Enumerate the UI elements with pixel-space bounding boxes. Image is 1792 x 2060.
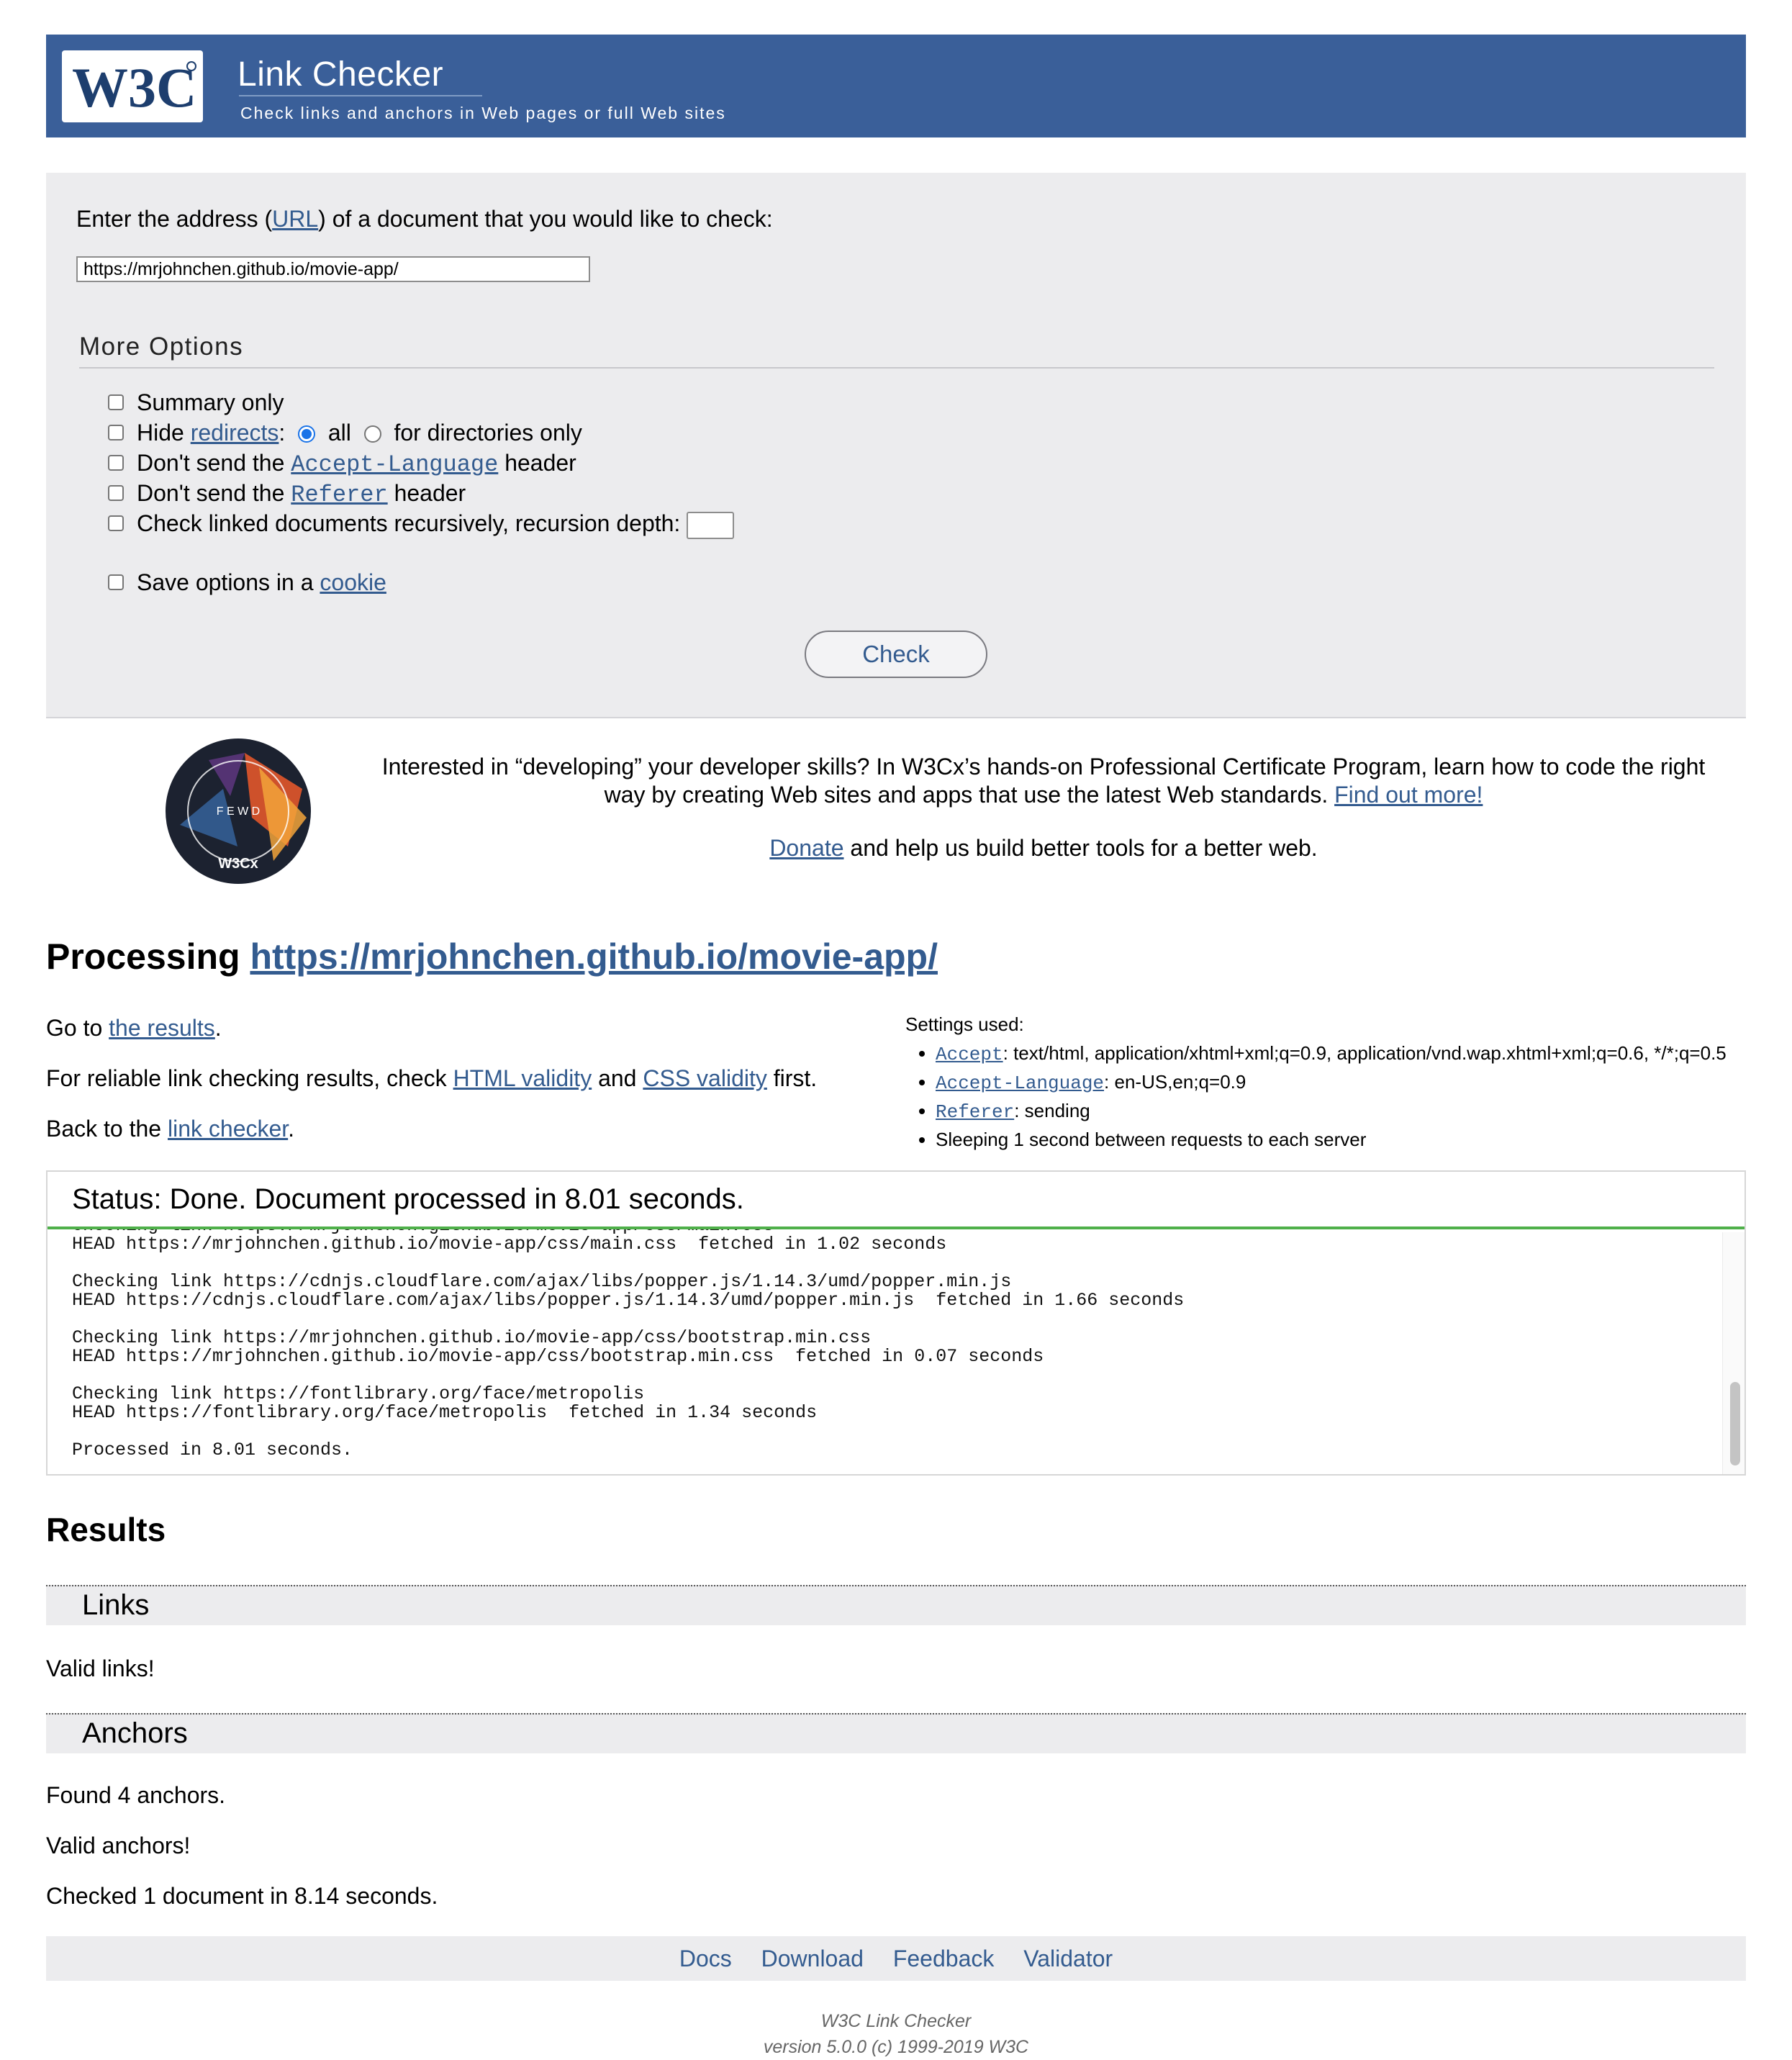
referer-header-link[interactable]: Referer [936, 1101, 1014, 1123]
recursive-row: Check linked documents recursively, recu… [137, 508, 735, 539]
save-options-row: Save options in a cookie [137, 569, 386, 595]
redirects-link[interactable]: redirects [191, 420, 279, 446]
donate-line: Donate and help us build better tools fo… [769, 835, 1318, 861]
more-options-title: More Options [79, 333, 244, 361]
page: W3C Link Checker Check links and anchors… [0, 0, 1792, 2060]
promo-text: Interested in “developing” your develope… [381, 754, 1706, 808]
status-heading: Status: Done. Document processed in 8.01… [47, 1172, 1745, 1229]
check-button[interactable]: Check [805, 631, 987, 678]
referer-link[interactable]: Referer [291, 482, 387, 508]
log-scrollbar[interactable] [1730, 1382, 1740, 1465]
results-link[interactable]: the results [109, 1015, 215, 1041]
hide-redirects-row: Hide redirects: all for directories only [137, 420, 582, 446]
header-banner: W3C Link Checker Check links and anchors… [46, 35, 1746, 137]
svg-text:W3Cx: W3Cx [218, 856, 258, 872]
links-section-heading: Links [46, 1585, 1746, 1625]
more-options-divider [79, 367, 1714, 369]
recursive-checkbox[interactable] [108, 515, 124, 531]
radio-directories-label: for directories only [394, 420, 582, 446]
settings-title: Settings used: [905, 1013, 1024, 1035]
footer-link-feedback[interactable]: Feedback [893, 1946, 995, 1971]
app-subtitle: Check links and anchors in Web pages or … [240, 104, 726, 122]
footer-version: version 5.0.0 (c) 1999-2019 W3C [763, 2037, 1029, 2057]
html-validity-link[interactable]: HTML validity [453, 1065, 592, 1091]
no-referer-row: Don't send the Referer header [137, 480, 466, 508]
checked-summary: Checked 1 document in 8.14 seconds. [46, 1883, 438, 1909]
summary-only-label: Summary only [137, 389, 284, 415]
svg-text:W3C: W3C [72, 56, 196, 119]
anchors-found: Found 4 anchors. [46, 1782, 226, 1808]
accept-language-header-link[interactable]: Accept-Language [936, 1072, 1104, 1094]
css-validity-link[interactable]: CSS validity [643, 1065, 767, 1091]
results-title: Results [46, 1511, 166, 1548]
progress-log: Checking link https://mrjohnchen.github.… [72, 1216, 1185, 1460]
url-input[interactable] [76, 256, 590, 282]
url-link[interactable]: URL [272, 206, 318, 232]
settings-used: Settings used: Accept: text/html, applic… [905, 1013, 1727, 1155]
setting-accept-language: Accept-Language: en-US,en;q=0.9 [936, 1070, 1727, 1095]
links-result: Valid links! [46, 1655, 155, 1681]
w3c-logo-icon: W3C [72, 56, 196, 119]
footer-app-name: W3C Link Checker [820, 2011, 972, 2031]
summary-only-checkbox[interactable] [108, 394, 124, 410]
w3cx-badge-image[interactable]: F E W D W3Cx [166, 738, 311, 884]
reliable-check-line: For reliable link checking results, chec… [46, 1065, 818, 1091]
no-referer-checkbox[interactable] [108, 485, 124, 501]
footer-note: W3C Link Checker version 5.0.0 (c) 1999-… [0, 2008, 1792, 2060]
radio-directories-only[interactable] [363, 425, 381, 443]
processed-url-link[interactable]: https://mrjohnchen.github.io/movie-app/ [250, 936, 938, 977]
app-title: Link Checker [237, 55, 444, 94]
svg-text:F E W D: F E W D [217, 805, 260, 818]
find-out-more-link[interactable]: Find out more! [1334, 782, 1483, 808]
donate-link[interactable]: Donate [769, 835, 843, 861]
back-line: Back to the link checker. [46, 1116, 295, 1142]
anchors-section-heading: Anchors [46, 1713, 1746, 1753]
radio-all[interactable] [298, 425, 316, 443]
footer-link-download[interactable]: Download [761, 1946, 864, 1971]
goto-results-line: Go to the results. [46, 1015, 222, 1041]
footer-link-docs[interactable]: Docs [679, 1946, 732, 1971]
title-divider [239, 95, 482, 96]
status-panel[interactable]: Status: Done. Document processed in 8.01… [46, 1170, 1746, 1476]
footer-link-validator[interactable]: Validator [1023, 1946, 1113, 1971]
save-options-checkbox[interactable] [108, 574, 124, 590]
hide-redirects-checkbox[interactable] [108, 425, 124, 441]
recursion-depth-input[interactable] [687, 511, 735, 539]
settings-list: Accept: text/html, application/xhtml+xml… [905, 1042, 1727, 1151]
accept-header-link[interactable]: Accept [936, 1044, 1003, 1065]
link-checker-link[interactable]: link checker [168, 1116, 288, 1142]
radio-all-label: all [327, 420, 351, 446]
setting-accept: Accept: text/html, application/xhtml+xml… [936, 1042, 1727, 1066]
no-accept-language-checkbox[interactable] [108, 455, 124, 471]
cookie-link[interactable]: cookie [320, 569, 386, 595]
no-accept-language-row: Don't send the Accept-Language header [137, 450, 576, 478]
check-form: Enter the address (URL) of a document th… [46, 173, 1746, 718]
footer-nav: Docs Download Feedback Validator [46, 1936, 1746, 1981]
url-prompt: Enter the address (URL) of a document th… [76, 206, 773, 232]
accept-language-link[interactable]: Accept-Language [291, 451, 498, 478]
w3c-logo[interactable]: W3C [62, 50, 203, 122]
setting-referer: Referer: sending [936, 1099, 1727, 1124]
anchors-valid: Valid anchors! [46, 1833, 191, 1858]
badge-graphic: F E W D W3Cx [166, 739, 310, 883]
setting-sleeping: Sleeping 1 second between requests to ea… [936, 1128, 1727, 1151]
processing-title: Processing https://mrjohnchen.github.io/… [46, 936, 938, 977]
